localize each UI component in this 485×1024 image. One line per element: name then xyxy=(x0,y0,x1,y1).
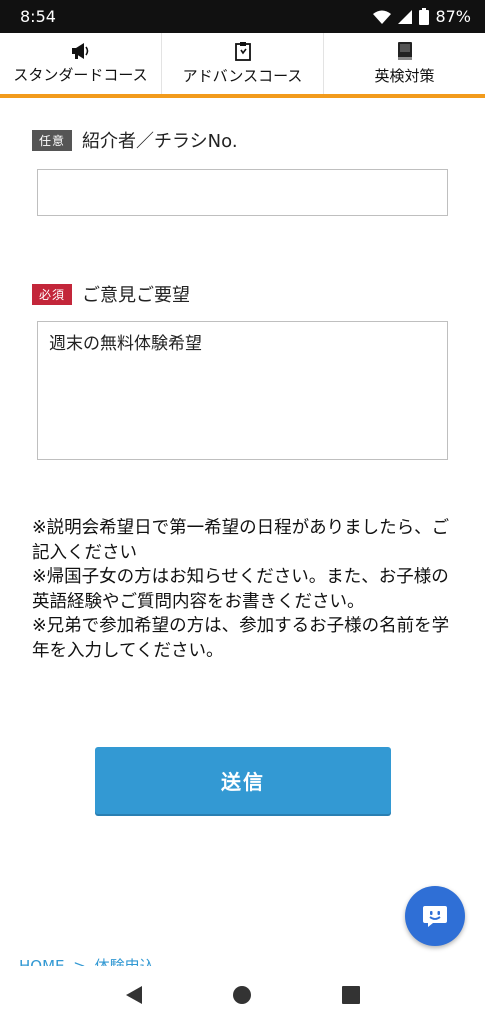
recents-square-icon xyxy=(341,986,360,1004)
required-badge: 必須 xyxy=(32,283,73,305)
comments-label-text: ご意見ご要望 xyxy=(82,285,191,306)
note-item: ※帰国子女の方はお知らせください。また、お子様の英語経験やご質問内容をお書きくだ… xyxy=(32,567,449,612)
referrer-input[interactable] xyxy=(37,169,448,216)
note-item: ※兄弟で参加希望の方は、参加するお子様の名前を学年を入力してください。 xyxy=(32,616,450,661)
recents-button[interactable] xyxy=(331,975,371,1015)
nav-eiken-prep[interactable]: 英検対策 xyxy=(324,33,485,94)
comments-textarea[interactable]: 週末の無料体験希望 xyxy=(37,321,448,460)
nav-advance-course[interactable]: アドバンスコース xyxy=(162,33,324,94)
system-nav-bar xyxy=(0,966,485,1024)
referrer-label-text: 紹介者／チラシNo. xyxy=(82,131,238,152)
wifi-icon xyxy=(373,10,392,24)
course-nav: スタンダードコース アドバンスコース 英検対策 xyxy=(0,33,485,98)
clipboard-icon xyxy=(234,42,251,61)
submit-button[interactable]: 送信 xyxy=(95,747,391,814)
book-icon xyxy=(397,42,412,60)
form-notes: ※説明会希望日で第一希望の日程がありましたら、ご記入ください ※帰国子女の方はお… xyxy=(32,516,452,663)
status-icons: 87% xyxy=(373,7,471,26)
optional-badge: 任意 xyxy=(32,129,73,151)
back-button[interactable] xyxy=(114,975,154,1015)
note-item: ※説明会希望日で第一希望の日程がありましたら、ご記入ください xyxy=(32,518,450,563)
back-triangle-icon xyxy=(126,986,143,1004)
home-circle-icon xyxy=(233,986,252,1004)
comments-label: 必須 ご意見ご要望 xyxy=(32,281,190,307)
nav-label: 英検対策 xyxy=(374,67,435,85)
status-time: 8:54 xyxy=(20,7,56,26)
battery-icon xyxy=(419,8,430,25)
status-bar: 8:54 87% xyxy=(0,0,485,33)
nav-standard-course[interactable]: スタンダードコース xyxy=(0,33,162,94)
signal-icon xyxy=(398,9,413,24)
nav-label: スタンダードコース xyxy=(13,66,148,84)
battery-percent: 87% xyxy=(435,7,471,26)
referrer-label: 任意 紹介者／チラシNo. xyxy=(32,127,238,153)
home-button[interactable] xyxy=(222,975,262,1015)
nav-label: アドバンスコース xyxy=(182,67,303,85)
chat-bot-icon xyxy=(423,906,447,927)
megaphone-icon xyxy=(71,43,88,59)
breadcrumb: HOME > 体験申込 xyxy=(19,953,155,967)
chat-button[interactable] xyxy=(405,886,465,946)
